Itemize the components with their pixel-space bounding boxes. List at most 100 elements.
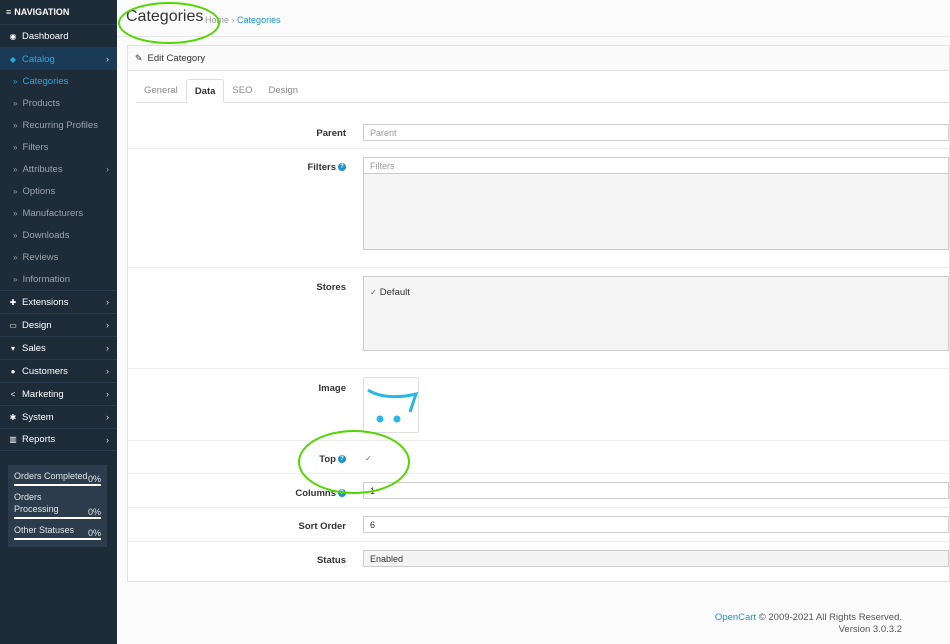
tab-seo[interactable]: SEO — [224, 79, 260, 103]
sidebar: ≡ NAVIGATION ◉ Dashboard ◆ Catalog › » C… — [0, 0, 117, 644]
progress-bar — [14, 538, 101, 540]
chevron-right-icon: › — [106, 164, 109, 174]
form-row-image: Image — [128, 369, 949, 441]
image-label: Image — [318, 383, 346, 394]
sidebar-sub-information[interactable]: » Information — [0, 268, 117, 290]
sidebar-item-marketing[interactable]: < Marketing › — [0, 382, 117, 405]
double-chevron-icon: » — [13, 230, 18, 240]
chevron-right-icon: › — [106, 343, 109, 353]
progress-bar — [14, 484, 101, 486]
double-chevron-icon: » — [13, 186, 18, 196]
sidebar-item-extensions[interactable]: ✚ Extensions › — [0, 290, 117, 313]
double-chevron-icon: » — [13, 98, 18, 108]
form-row-stores: Stores ✓ Default — [128, 268, 949, 369]
sidebar-item-sales[interactable]: ▾ Sales › — [0, 336, 117, 359]
footer-version: Version 3.0.3.2 — [838, 624, 902, 635]
annotation-circle — [298, 430, 410, 494]
menu-icon: ≡ — [6, 7, 12, 17]
tab-data[interactable]: Data — [185, 79, 225, 103]
form-row-parent: Parent Parent — [128, 116, 949, 149]
double-chevron-icon: » — [13, 252, 18, 262]
annotation-circle — [118, 2, 220, 44]
tag-icon: ◆ — [9, 54, 17, 64]
main-content: Categories Home › Categories ✎ Edit Cate… — [117, 0, 950, 644]
filters-label: Filters? — [307, 162, 346, 173]
form-row-top: Top? ✓ — [128, 441, 949, 474]
tab-general[interactable]: General — [136, 79, 186, 103]
breadcrumb-separator: › — [231, 15, 235, 25]
chevron-right-icon: › — [106, 366, 109, 376]
sidebar-item-customers[interactable]: ● Customers › — [0, 359, 117, 382]
opencart-link[interactable]: OpenCart — [715, 612, 756, 623]
divider — [117, 36, 950, 37]
sort-order-input[interactable]: 6 — [363, 516, 949, 533]
stat-orders-completed: Orders Completed 0% — [14, 471, 101, 486]
form-row-status: Status Enabled — [128, 542, 949, 578]
sidebar-item-catalog[interactable]: ◆ Catalog › — [0, 47, 117, 70]
sidebar-sub-categories[interactable]: » Categories — [0, 70, 117, 92]
status-select[interactable]: Enabled — [363, 550, 949, 567]
sidebar-item-reports[interactable]: ▥ Reports › — [0, 428, 117, 451]
category-image-thumbnail[interactable] — [363, 377, 419, 433]
sidebar-sub-filters[interactable]: » Filters — [0, 136, 117, 158]
double-chevron-icon: » — [13, 142, 18, 152]
footer-copyright-line: OpenCart © 2009-2021 All Rights Reserved… — [714, 612, 902, 623]
double-chevron-icon: » — [13, 274, 18, 284]
columns-input[interactable]: 1 — [363, 482, 949, 499]
cart-icon: ▾ — [10, 343, 15, 353]
gear-icon: ✱ — [9, 412, 17, 422]
form-row-columns: Columns? 1 — [128, 474, 949, 508]
chevron-right-icon: › — [106, 389, 109, 399]
sort-order-label: Sort Order — [298, 521, 346, 532]
stores-default-checkbox[interactable]: ✓ — [370, 288, 377, 296]
help-icon: ? — [338, 163, 346, 172]
chevron-right-icon: › — [106, 297, 109, 307]
filters-input[interactable]: Filters — [363, 157, 949, 174]
sidebar-sub-downloads[interactable]: » Downloads — [0, 224, 117, 246]
nav-header-label: NAVIGATION — [14, 7, 70, 17]
footer: OpenCart © 2009-2021 All Rights Reserved… — [117, 612, 950, 636]
panel-heading: ✎ Edit Category — [128, 46, 949, 71]
sidebar-sub-attributes[interactable]: » Attributes › — [0, 158, 117, 180]
double-chevron-icon: » — [13, 76, 18, 86]
user-icon: ● — [10, 366, 16, 376]
tab-design[interactable]: Design — [260, 79, 306, 103]
pencil-icon: ✎ — [135, 52, 143, 63]
form-row-filters: Filters? Filters — [128, 149, 949, 268]
status-label: Status — [316, 555, 346, 566]
sidebar-sub-reviews[interactable]: » Reviews — [0, 246, 117, 268]
stores-box: ✓ Default — [363, 276, 949, 351]
double-chevron-icon: » — [13, 120, 18, 130]
sidebar-item-dashboard[interactable]: ◉ Dashboard — [0, 24, 117, 47]
parent-input[interactable]: Parent — [363, 124, 949, 141]
sidebar-sub-recurring-profiles[interactable]: » Recurring Profiles — [0, 114, 117, 136]
breadcrumb-current[interactable]: Categories — [237, 15, 281, 25]
nav-header[interactable]: ≡ NAVIGATION — [0, 0, 117, 24]
tab-bar: General Data SEO Design — [136, 79, 949, 103]
stores-default-label: Default — [379, 287, 410, 298]
edit-category-panel: ✎ Edit Category General Data SEO Design … — [127, 45, 950, 582]
parent-label: Parent — [316, 128, 346, 139]
sidebar-item-system[interactable]: ✱ System › — [0, 405, 117, 428]
sidebar-item-design[interactable]: ▭ Design › — [0, 313, 117, 336]
order-stats: Orders Completed 0% Orders Processing 0%… — [8, 465, 107, 547]
sidebar-sub-products[interactable]: » Products — [0, 92, 117, 114]
monitor-icon: ▭ — [9, 320, 17, 330]
double-chevron-icon: » — [13, 208, 18, 218]
sidebar-sub-options[interactable]: » Options — [0, 180, 117, 202]
chevron-right-icon: › — [106, 434, 109, 445]
dashboard-icon: ◉ — [9, 31, 17, 41]
progress-bar — [14, 517, 101, 519]
form-row-sort-order: Sort Order 6 — [128, 508, 949, 542]
chevron-right-icon: › — [106, 412, 109, 422]
stores-label: Stores — [316, 282, 346, 293]
bar-chart-icon: ▥ — [9, 435, 17, 444]
double-chevron-icon: » — [13, 164, 18, 174]
stat-orders-processing: Orders Processing 0% — [14, 492, 101, 519]
sidebar-sub-manufacturers[interactable]: » Manufacturers — [0, 202, 117, 224]
puzzle-icon: ✚ — [9, 297, 17, 307]
stat-other-statuses: Other Statuses 0% — [14, 525, 101, 540]
share-icon: < — [10, 389, 16, 399]
opencart-cart-icon — [367, 388, 419, 423]
chevron-right-icon: › — [106, 320, 109, 330]
